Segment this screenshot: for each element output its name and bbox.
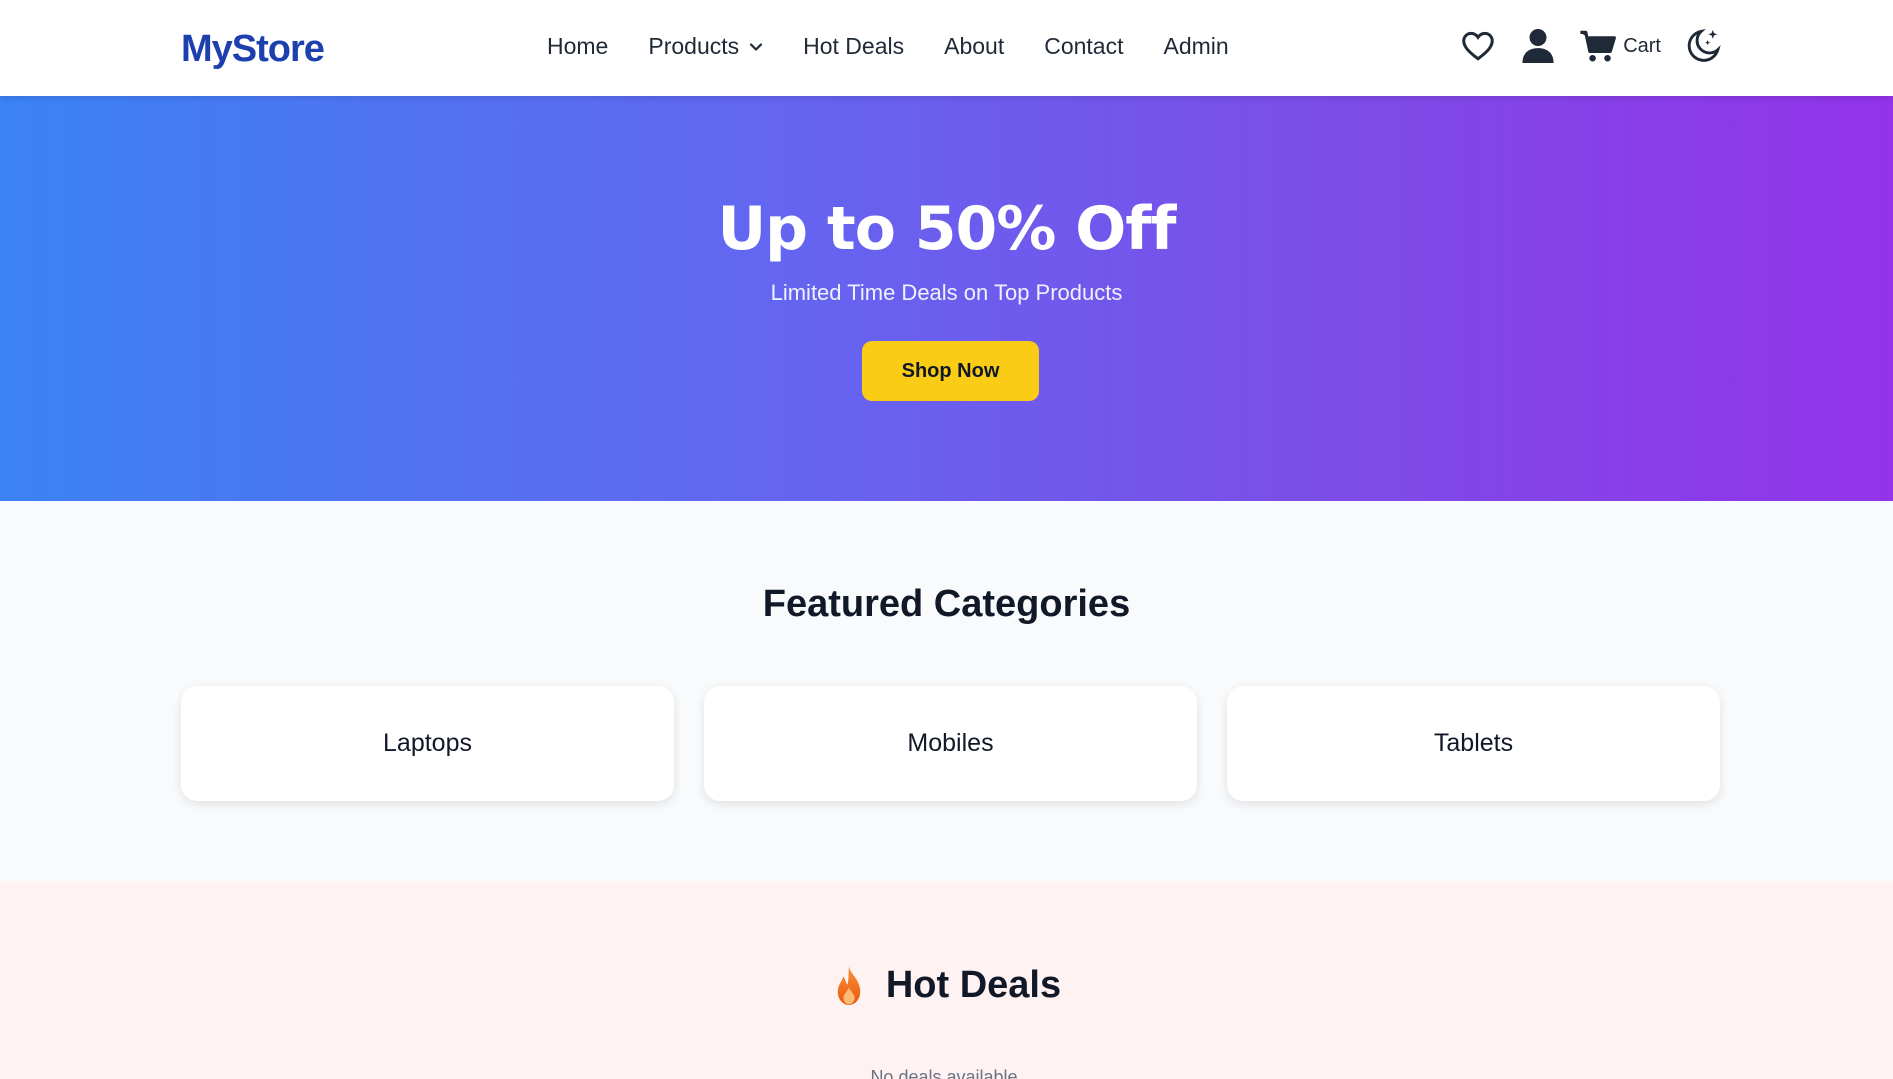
deals-empty-message: No deals available. (870, 1067, 1023, 1079)
heart-icon (1462, 31, 1494, 61)
nav-home[interactable]: Home (547, 33, 608, 60)
category-card-tablets[interactable]: Tablets (1227, 686, 1720, 801)
user-icon (1522, 29, 1554, 63)
category-label: Laptops (383, 729, 472, 757)
store-logo[interactable]: MyStore (181, 28, 325, 71)
category-label: Mobiles (907, 729, 994, 757)
theme-toggle-button[interactable] (1685, 27, 1723, 65)
main-nav: Home Products Hot Deals About Contact Ad… (547, 33, 1269, 60)
header-actions: Cart (1435, 27, 1723, 65)
featured-categories-title: Featured Categories (762, 583, 1131, 625)
nav-contact[interactable]: Contact (1044, 33, 1123, 60)
nav-admin[interactable]: Admin (1163, 33, 1228, 60)
featured-categories-section: Featured Categories Laptops Mobiles Tabl… (0, 501, 1893, 881)
shop-now-button[interactable]: Shop Now (862, 341, 1039, 401)
category-card-mobiles[interactable]: Mobiles (704, 686, 1197, 801)
category-card-laptops[interactable]: Laptops (181, 686, 674, 801)
hot-deals-title: Hot Deals (0, 964, 1893, 1007)
chevron-down-icon (750, 42, 763, 51)
account-button[interactable] (1521, 27, 1555, 65)
category-label: Tablets (1433, 729, 1514, 757)
nav-products-label: Products (648, 33, 740, 59)
cart-button[interactable]: Cart (1579, 29, 1661, 63)
nav-about[interactable]: About (944, 33, 1004, 60)
nav-hot-deals[interactable]: Hot Deals (803, 33, 904, 60)
hot-deals-section: Hot Deals No deals available. (0, 881, 1893, 1079)
wishlist-button[interactable] (1459, 28, 1497, 64)
site-header: MyStore Home Products Hot Deals About Co… (0, 0, 1893, 96)
nav-products[interactable]: Products (648, 33, 763, 60)
cart-icon (1580, 30, 1617, 62)
hero-subtitle: Limited Time Deals on Top Products (770, 280, 1123, 305)
moon-stars-icon (1687, 28, 1721, 62)
flame-icon (837, 965, 861, 1005)
cart-label: Cart (1623, 34, 1661, 57)
hero-banner: Up to 50% Off Limited Time Deals on Top … (0, 96, 1893, 501)
hero-title: Up to 50% Off (717, 194, 1176, 264)
hot-deals-title-text: Hot Deals (885, 964, 1062, 1006)
